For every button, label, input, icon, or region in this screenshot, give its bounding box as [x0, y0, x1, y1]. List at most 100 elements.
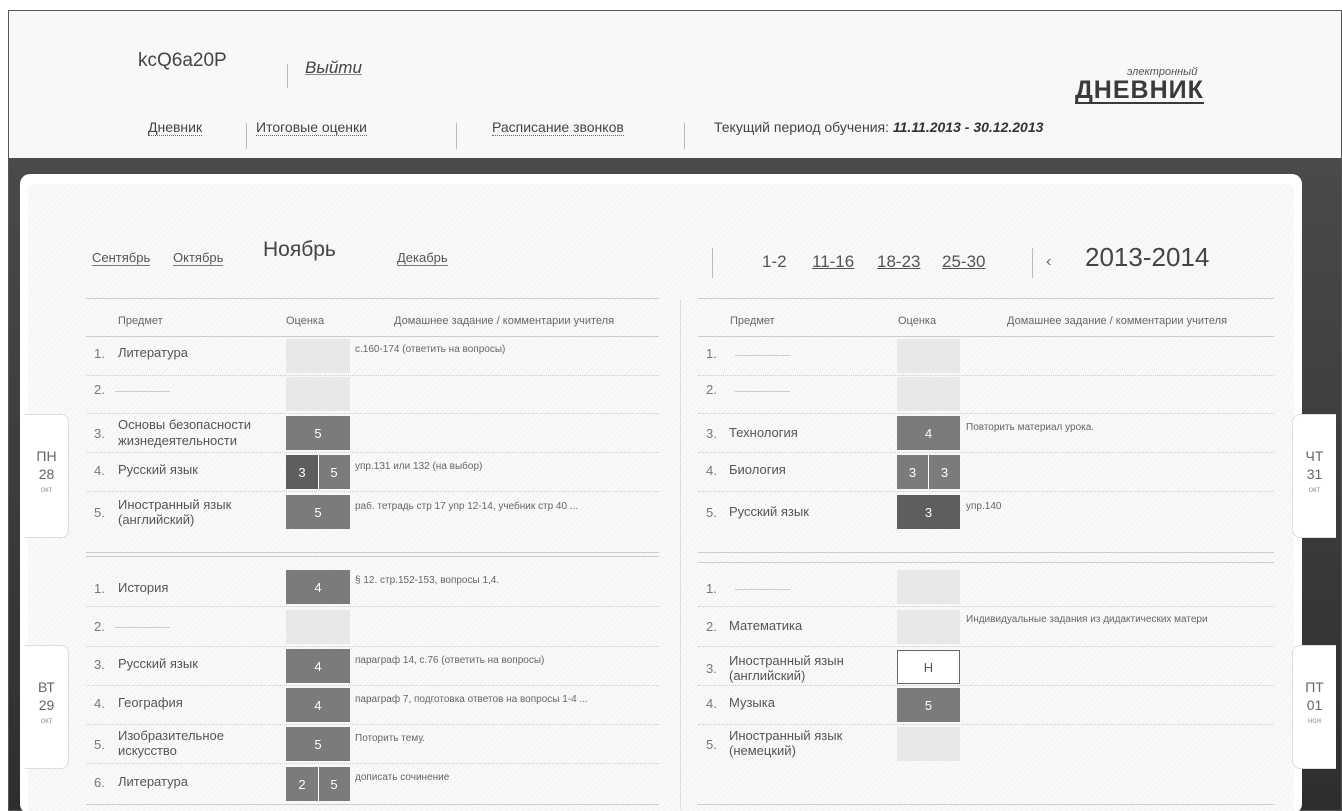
day-tab-friday[interactable]: ПТ 01 ноя	[1292, 645, 1336, 769]
lesson-number: 1.	[94, 346, 105, 361]
month-september[interactable]: Сентябрь	[92, 251, 151, 266]
study-period: Текущий период обучения: 11.11.2013 - 30…	[714, 119, 1043, 135]
homework: с.160-174 (ответить на вопросы)	[355, 344, 506, 355]
day-divider	[698, 562, 1274, 563]
grade-cell	[286, 610, 350, 644]
homework: параграф 14, с.76 (ответить на вопросы)	[355, 655, 545, 666]
grade-absent[interactable]: Н	[897, 650, 960, 684]
lesson-number: 3.	[94, 426, 105, 441]
weekday: ЧТ	[1305, 448, 1324, 464]
homework: Индивидуальные задания из дидактических …	[966, 614, 1208, 625]
day-tab-thursday[interactable]: ЧТ 31 окт	[1292, 414, 1336, 538]
header-separator	[287, 64, 288, 88]
subject: Литература	[118, 774, 188, 789]
homework: Поторить тему.	[355, 733, 426, 744]
lesson-number: 3.	[706, 661, 717, 676]
lesson-number: 5.	[706, 505, 717, 520]
grade[interactable]: 5	[897, 688, 960, 722]
period-label: Текущий период обучения:	[714, 119, 889, 135]
week-link[interactable]: 18-23	[877, 252, 920, 272]
lesson-number: 5.	[94, 737, 105, 752]
week-link[interactable]: 25-30	[942, 252, 985, 272]
week-separator	[712, 248, 713, 278]
period-value: 11.11.2013 - 30.12.2013	[892, 119, 1044, 135]
day-tab-monday[interactable]: ПН 28 окт	[25, 414, 69, 538]
lesson-number: 5.	[706, 737, 717, 752]
day-number: 29	[38, 697, 55, 713]
col-subject: Предмет	[118, 315, 163, 327]
lesson-number: 4.	[94, 463, 105, 478]
row-divider	[698, 452, 1274, 453]
lesson-number: 1.	[706, 581, 717, 596]
lesson-number: 2.	[94, 619, 105, 634]
nav-bell-schedule[interactable]: Расписание звонков	[492, 119, 624, 136]
subject: Иностранный язык	[118, 497, 232, 512]
lesson-number: 2.	[706, 382, 717, 397]
username: kcQ6a20P	[138, 50, 227, 71]
row-divider	[698, 413, 1274, 414]
grade[interactable]: 3	[897, 455, 928, 489]
row-divider	[698, 646, 1274, 647]
grade[interactable]: 3	[897, 495, 960, 529]
subject: Биология	[729, 462, 786, 477]
lesson-number: 3.	[706, 426, 717, 441]
empty-lesson	[115, 627, 170, 628]
prev-year-chevron-icon[interactable]: ‹	[1046, 253, 1051, 271]
day-divider	[86, 804, 659, 805]
lesson-number: 6.	[94, 775, 105, 790]
nav-final-grades[interactable]: Итоговые оценки	[256, 119, 367, 136]
month-october[interactable]: Октябрь	[173, 251, 224, 266]
month-short: окт	[40, 485, 53, 494]
lesson-number: 3.	[94, 657, 105, 672]
grade[interactable]: 3	[929, 455, 960, 489]
subject: География	[118, 695, 183, 710]
grade[interactable]: 5	[318, 455, 350, 489]
divider	[698, 298, 1274, 299]
lesson-number: 1.	[706, 346, 717, 361]
homework: дописать сочинение	[355, 772, 450, 783]
row-divider	[86, 724, 659, 725]
center-divider	[680, 300, 681, 810]
grade[interactable]: 3	[286, 455, 318, 489]
divider	[698, 336, 1274, 337]
lesson-number: 2.	[94, 382, 105, 397]
col-grade: Оценка	[286, 315, 325, 327]
lesson-number: 4.	[94, 696, 105, 711]
homework: раб. тетрадь стр 17 упр 12-14, учебник с…	[355, 501, 579, 512]
grade[interactable]: 4	[286, 649, 350, 683]
day-number: 31	[1306, 466, 1323, 482]
col-subject: Предмет	[730, 315, 775, 327]
grade[interactable]: 5	[286, 495, 350, 529]
nav-diary[interactable]: Дневник	[148, 119, 203, 136]
subject: Изобразительное	[118, 728, 224, 743]
homework: упр.131 или 132 (на выбор)	[355, 461, 483, 472]
grade[interactable]: 5	[286, 416, 350, 450]
subject: Русский язык	[118, 656, 198, 671]
grade[interactable]: 4	[286, 688, 350, 722]
logout-link[interactable]: Выйти	[305, 58, 362, 78]
subject: Русский язык	[729, 504, 809, 519]
grade[interactable]: 5	[286, 727, 350, 761]
week-link[interactable]: 11-16	[812, 252, 854, 272]
logo[interactable]: ДНЕВНИК	[1075, 78, 1204, 104]
month-short: окт	[40, 716, 53, 725]
row-divider	[86, 606, 659, 607]
day-divider	[698, 552, 1274, 553]
row-divider	[86, 491, 659, 492]
subject: Литература	[118, 345, 188, 360]
divider	[86, 298, 659, 299]
grade-cell	[897, 570, 960, 604]
grade-separator	[318, 455, 319, 489]
subject: История	[118, 580, 169, 595]
homework: § 12. стр.152-153, вопросы 1,4.	[355, 575, 500, 586]
grade-separator	[928, 455, 929, 489]
grade[interactable]: 2	[286, 767, 318, 801]
month-december[interactable]: Декабрь	[397, 251, 448, 266]
grade-separator	[318, 767, 319, 801]
grade[interactable]: 5	[318, 767, 350, 801]
nav-separator	[684, 123, 685, 149]
day-tab-tuesday[interactable]: ВТ 29 окт	[25, 645, 69, 769]
grade[interactable]: 4	[897, 416, 960, 450]
nav-separator	[246, 123, 247, 149]
grade[interactable]: 4	[286, 570, 350, 604]
